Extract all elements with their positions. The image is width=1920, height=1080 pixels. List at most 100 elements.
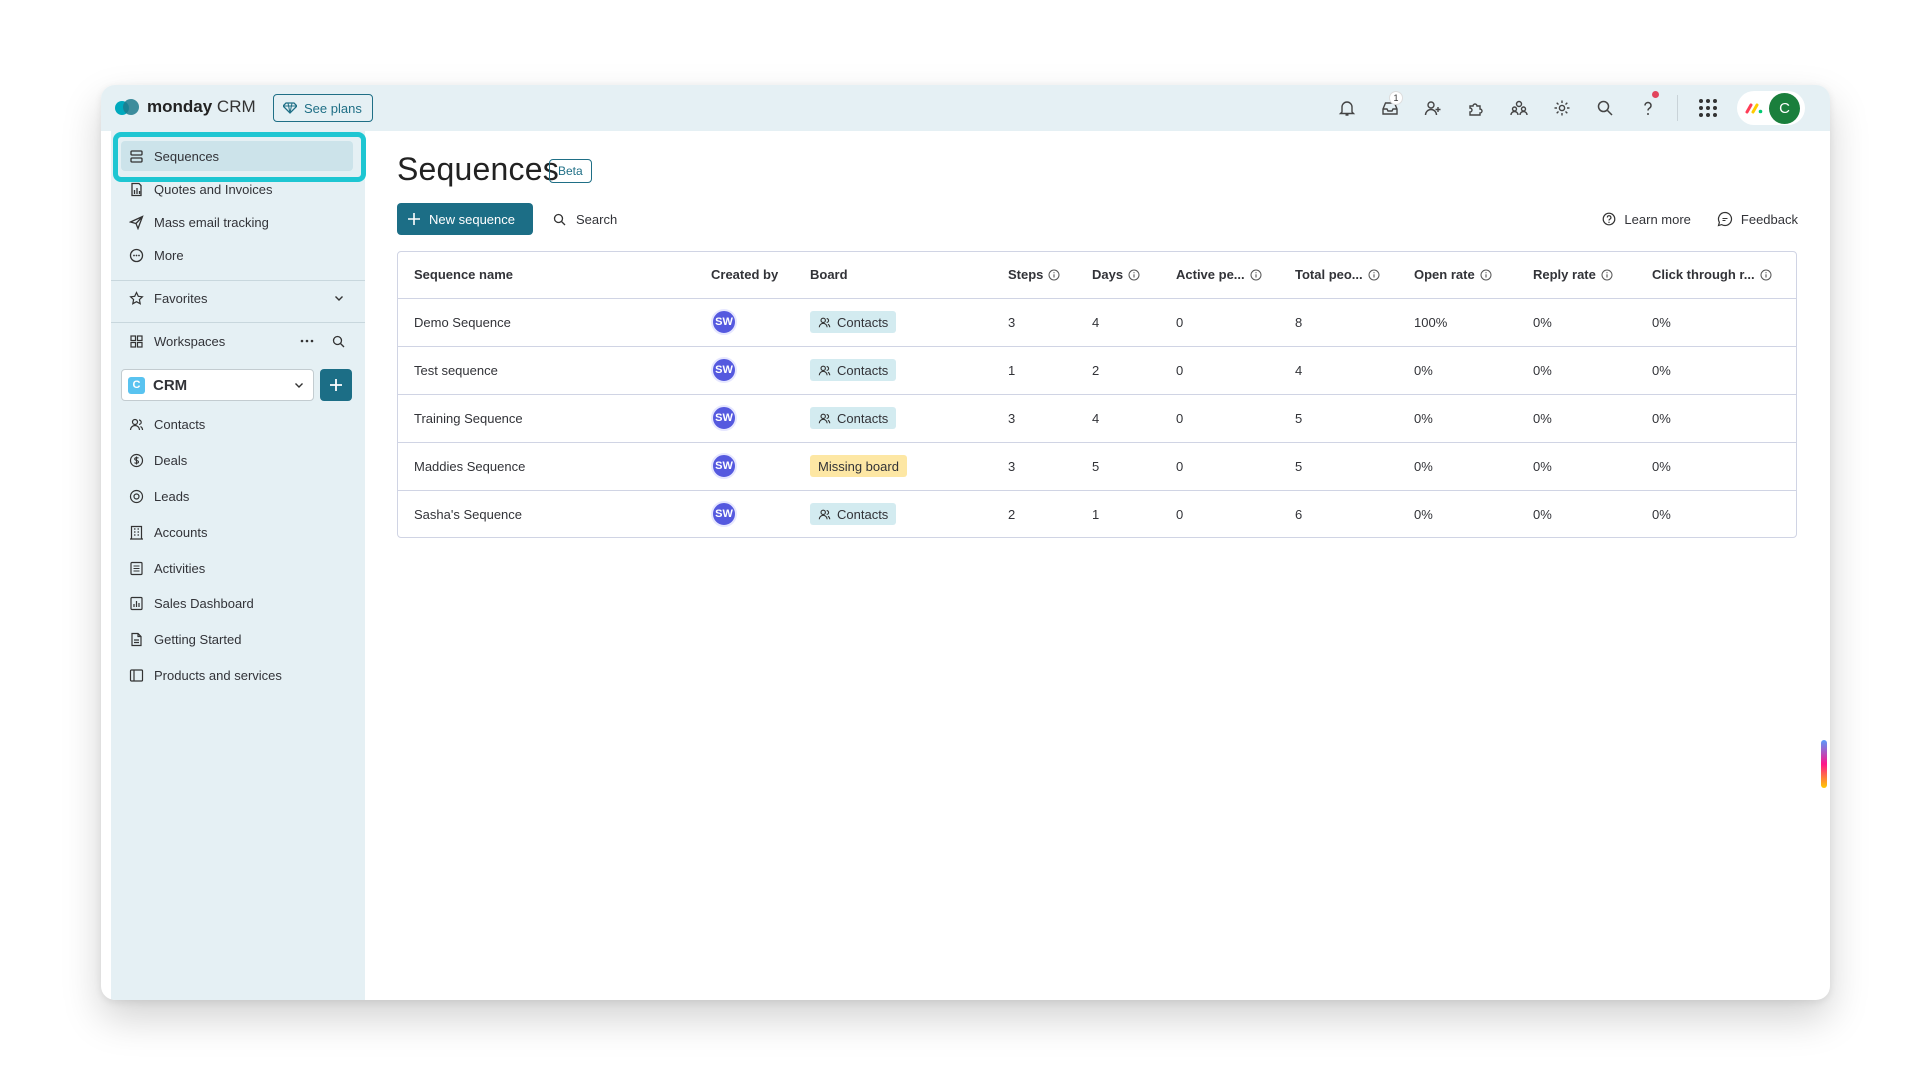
sequence-name-cell[interactable]: Maddies Sequence [398,441,695,490]
column-header[interactable]: Created by [695,252,794,298]
ellipsis-icon[interactable] [300,339,314,343]
help-button[interactable] [1626,85,1669,131]
table-row[interactable]: Training Sequence SW Contacts 3 4 0 5 0% 0% 0% [398,393,1796,442]
integrations-button[interactable] [1454,85,1497,131]
monday-logo[interactable]: monday CRM [115,97,256,117]
table-row[interactable]: Demo Sequence SW Contacts 3 4 0 8 100% 0% 0% [398,297,1796,346]
sidebar-item-mass-email[interactable]: Mass email tracking [121,207,353,237]
sidebar-item-label: Deals [154,452,188,468]
created-by-cell: SW [695,489,794,537]
info-icon[interactable] [1250,269,1262,281]
account-menu[interactable]: C [1737,91,1805,125]
click-through-cell: 0% [1636,297,1796,346]
grid-apps-icon [1698,99,1717,117]
favorites-label: Favorites [154,290,208,306]
column-header[interactable]: Open rate [1398,252,1517,298]
column-header[interactable]: Days [1076,252,1160,298]
info-icon[interactable] [1048,269,1060,281]
board-chip[interactable]: Contacts [810,311,897,333]
sidebar-item-quotes[interactable]: Quotes and Invoices [121,174,353,204]
learn-more-link[interactable]: Learn more [1602,212,1691,227]
board-chip[interactable]: Contacts [810,407,897,429]
sidebar-item-more[interactable]: More [121,240,353,270]
sidebar-item-sequences[interactable]: Sequences [121,141,353,171]
column-header-label: Open rate [1414,267,1475,283]
column-header-label: Board [810,267,848,283]
table-row[interactable]: Sasha's Sequence SW Contacts 2 1 0 6 0% 0% 0% [398,489,1796,537]
top-icons: 1 C [1325,85,1805,131]
board-chip-label: Contacts [837,506,889,522]
workspaces-grid-icon [130,334,143,348]
inbox-count-badge: 1 [1389,91,1403,105]
creator-avatar: SW [711,453,737,479]
table-row[interactable]: Maddies Sequence SW Missing board 3 5 0 5 0% 0% 0… [398,441,1796,490]
add-to-workspace-button[interactable] [320,369,352,401]
favorites-toggle[interactable]: Favorites [121,283,353,313]
total-people-cell: 6 [1279,489,1398,537]
invite-members-button[interactable] [1411,85,1454,131]
sidebar-item-sales-dashboard[interactable]: Sales Dashboard [121,588,353,618]
info-icon[interactable] [1601,269,1613,281]
sidebar-item-products[interactable]: Products and services [121,660,353,690]
info-icon[interactable] [1480,269,1492,281]
sequence-name-cell[interactable]: Test sequence [398,345,695,394]
sequence-name-cell[interactable]: Sasha's Sequence [398,489,695,537]
sidebar-divider [111,280,365,281]
info-icon[interactable] [1128,269,1140,281]
see-plans-button[interactable]: See plans [273,94,373,122]
workspace-selector[interactable]: C CRM [121,369,314,401]
notifications-button[interactable] [1325,85,1368,131]
new-sequence-button[interactable]: New sequence [397,203,533,235]
column-header[interactable]: Board [794,252,992,298]
settings-button[interactable] [1540,85,1583,131]
reply-rate-cell: 0% [1517,441,1636,490]
inbox-button[interactable]: 1 [1368,85,1411,131]
column-header[interactable]: Reply rate [1517,252,1636,298]
sidebar: Sequences Quotes and Invoices Mass email… [111,131,365,1000]
search-sequences-button[interactable]: Search [553,203,617,235]
question-icon [1643,101,1652,115]
bell-icon [1338,101,1355,116]
table-row[interactable]: Test sequence SW Contacts 1 2 0 4 0% 0% 0% [398,345,1796,394]
reply-rate-cell: 0% [1517,297,1636,346]
info-icon[interactable] [1368,269,1380,281]
steps-cell: 3 [992,297,1076,346]
steps-cell: 1 [992,345,1076,394]
sidebar-item-contacts[interactable]: Contacts [121,409,353,439]
sequence-name-cell[interactable]: Demo Sequence [398,297,695,346]
search-label: Search [576,211,618,227]
column-header[interactable]: Active pe... [1160,252,1279,298]
creator-avatar: SW [711,405,737,431]
search-button[interactable] [1583,85,1626,131]
active-people-cell: 0 [1160,297,1279,346]
info-icon[interactable] [1760,269,1772,281]
sequence-name-cell[interactable]: Training Sequence [398,393,695,442]
column-header[interactable]: Click through r... [1636,252,1796,298]
workspace-search-icon[interactable] [332,335,345,348]
days-cell: 5 [1076,441,1160,490]
scroll-indicator[interactable] [1821,740,1827,788]
sidebar-item-label: Sales Dashboard [154,595,254,611]
app-window: monday CRM See plans 1 C Sequences Quote… [101,85,1830,1000]
board-chip[interactable]: Missing board [810,455,907,477]
column-header[interactable]: Sequence name [398,252,695,298]
sidebar-item-getting-started[interactable]: Getting Started [121,624,353,654]
workspace-name: CRM [153,376,188,394]
invoice-icon [131,182,142,196]
new-sequence-label: New sequence [429,211,515,227]
sidebar-item-deals[interactable]: Deals [121,445,353,475]
sidebar-item-accounts[interactable]: Accounts [121,517,353,547]
apps-menu-button[interactable] [1686,85,1729,131]
brand-name: monday [147,97,213,116]
sidebar-item-leads[interactable]: Leads [121,481,353,511]
feedback-link[interactable]: Feedback [1717,211,1798,227]
column-header[interactable]: Total peo... [1279,252,1398,298]
puzzle-icon [1468,103,1483,116]
teams-button[interactable] [1497,85,1540,131]
board-chip[interactable]: Contacts [810,503,897,526]
steps-cell: 3 [992,393,1076,442]
sidebar-item-activities[interactable]: Activities [121,553,353,583]
target-icon [129,489,144,503]
board-chip[interactable]: Contacts [810,359,897,381]
column-header[interactable]: Steps [992,252,1076,298]
